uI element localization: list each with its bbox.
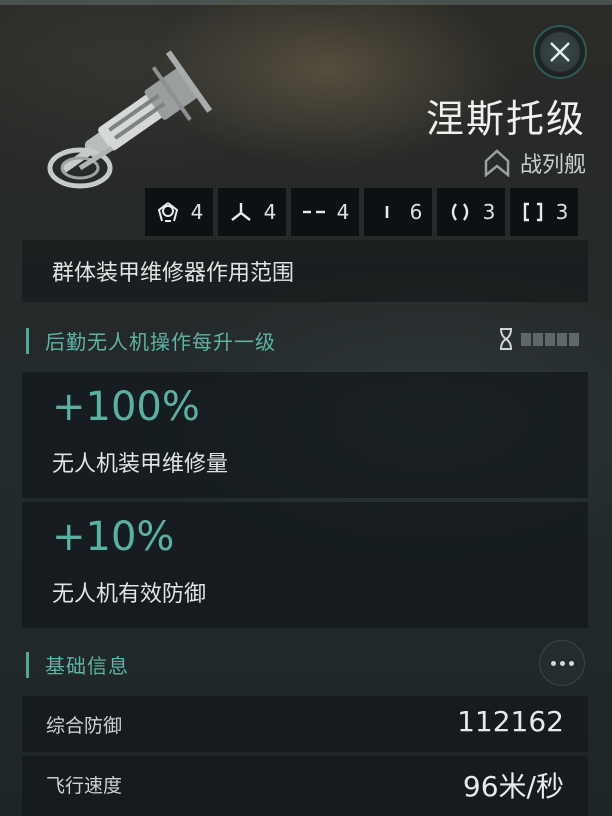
slot-count: 4	[336, 200, 350, 224]
more-dot-icon	[559, 660, 565, 666]
brackets-icon	[523, 202, 542, 222]
section-accent-bar	[26, 651, 29, 678]
info-value: 96米/秒	[462, 770, 564, 803]
ship-class: 战列舰	[484, 147, 586, 179]
slot-vertical-bar: 6	[364, 188, 432, 236]
info-row-speed: 飞行速度 96米/秒	[22, 756, 588, 816]
range-text: 群体装甲维修器作用范围	[52, 261, 295, 286]
more-dot-icon	[550, 660, 556, 666]
close-icon	[550, 42, 570, 62]
more-dot-icon	[568, 660, 574, 666]
more-options-button[interactable]	[539, 640, 585, 686]
info-value: 112162	[457, 705, 564, 738]
close-button[interactable]	[533, 25, 587, 79]
level-pip	[533, 332, 543, 346]
slot-count: 4	[190, 200, 204, 224]
level-pip	[545, 332, 555, 346]
basic-info-title: 基础信息	[45, 654, 129, 678]
slot-counts: 4 4 4 6 3 3	[145, 188, 578, 236]
ship-illustration	[47, 50, 213, 189]
dash-line-icon	[302, 210, 325, 214]
slot-count: 6	[409, 200, 423, 224]
section-accent-bar	[26, 327, 29, 354]
ship-class-label: 战列舰	[519, 153, 586, 178]
slot-count: 4	[263, 200, 277, 224]
bonus-value: +100%	[52, 384, 200, 430]
bonus-card: +10% 无人机有效防御	[22, 502, 588, 628]
bonus-description: 无人机装甲维修量	[52, 452, 229, 477]
slot-count: 3	[482, 200, 496, 224]
level-pip	[569, 332, 579, 346]
bonus-value: +10%	[52, 514, 175, 560]
info-label: 综合防御	[46, 715, 123, 737]
ship-name: 涅斯托级	[425, 97, 586, 141]
info-row-defense: 综合防御 112162	[22, 696, 588, 752]
slot-dash-line: 4	[291, 188, 359, 236]
info-label: 飞行速度	[46, 775, 123, 797]
bonus-card: +100% 无人机装甲维修量	[22, 372, 588, 498]
battleship-class-icon	[484, 149, 510, 177]
vertical-bar-icon	[385, 206, 388, 218]
parentheses-icon	[451, 203, 468, 221]
slot-brackets: 3	[510, 188, 578, 236]
level-pip	[521, 332, 531, 346]
slot-parentheses: 3	[437, 188, 505, 236]
top-edge	[0, 0, 612, 5]
slot-count: 3	[555, 200, 569, 224]
range-panel: 群体装甲维修器作用范围	[22, 240, 588, 302]
slot-drone-bay: 4	[145, 188, 213, 236]
basic-info-header: 基础信息	[26, 650, 129, 679]
level-pip	[557, 332, 567, 346]
tri-blade-icon	[230, 203, 251, 221]
skill-section-title: 后勤无人机操作每升一级	[45, 330, 276, 354]
bonus-description: 无人机有效防御	[52, 582, 207, 607]
skill-section-header: 后勤无人机操作每升一级	[26, 326, 276, 355]
skill-level-indicator	[497, 327, 579, 351]
level-pips	[521, 332, 579, 346]
slot-tri-blade: 4	[218, 188, 286, 236]
drone-bay-icon	[157, 202, 178, 222]
hourglass-icon	[500, 328, 512, 350]
